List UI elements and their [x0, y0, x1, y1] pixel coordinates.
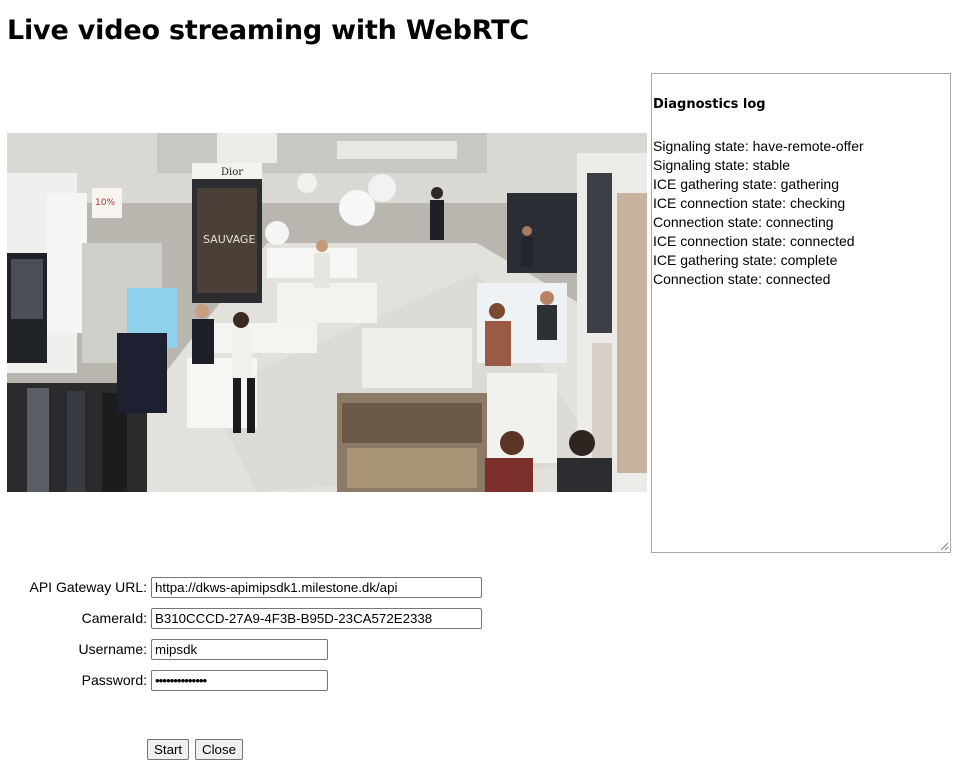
- log-line: ICE gathering state: complete: [653, 252, 838, 268]
- log-line: ICE gathering state: gathering: [653, 176, 840, 192]
- video-player[interactable]: Dior SAUVAGE 10%: [7, 133, 647, 492]
- page: Live video streaming with WebRTC Dior SA…: [0, 0, 962, 784]
- store-sign-dior: Dior: [221, 167, 243, 178]
- api-gateway-input[interactable]: [151, 577, 482, 598]
- diagnostics-log-lines: Signaling state: have-remote-offer Signa…: [653, 137, 864, 289]
- camera-id-input[interactable]: [151, 608, 482, 629]
- resize-grip-icon[interactable]: [940, 542, 949, 551]
- username-label-box: Username:: [0, 638, 147, 660]
- log-line: Signaling state: stable: [653, 157, 790, 173]
- poster-text: SAUVAGE: [203, 233, 255, 246]
- password-input[interactable]: [151, 670, 328, 691]
- close-button[interactable]: Close: [195, 739, 243, 760]
- api-gateway-label: API Gateway URL:: [29, 579, 148, 595]
- camera-id-label-box: CameraId:: [0, 607, 147, 629]
- api-gateway-label-box: API Gateway URL:: [0, 576, 148, 598]
- password-label-box: Password:: [0, 669, 147, 691]
- password-label: Password:: [81, 672, 147, 688]
- diagnostics-log[interactable]: Diagnostics log Signaling state: have-re…: [651, 73, 951, 553]
- username-label: Username:: [78, 641, 147, 657]
- username-input[interactable]: [151, 639, 328, 660]
- page-title: Live video streaming with WebRTC: [7, 15, 529, 46]
- diagnostics-log-title: Diagnostics log: [653, 97, 766, 112]
- camera-id-label: CameraId:: [81, 610, 147, 626]
- video-frame: Dior SAUVAGE 10%: [7, 133, 647, 492]
- start-button[interactable]: Start: [147, 739, 190, 760]
- log-line: Connection state: connecting: [653, 214, 834, 230]
- store-sign-discount: 10%: [95, 198, 115, 208]
- log-line: ICE connection state: connected: [653, 233, 855, 249]
- log-line: ICE connection state: checking: [653, 195, 846, 211]
- log-line: Signaling state: have-remote-offer: [653, 138, 864, 154]
- log-line: Connection state: connected: [653, 271, 831, 287]
